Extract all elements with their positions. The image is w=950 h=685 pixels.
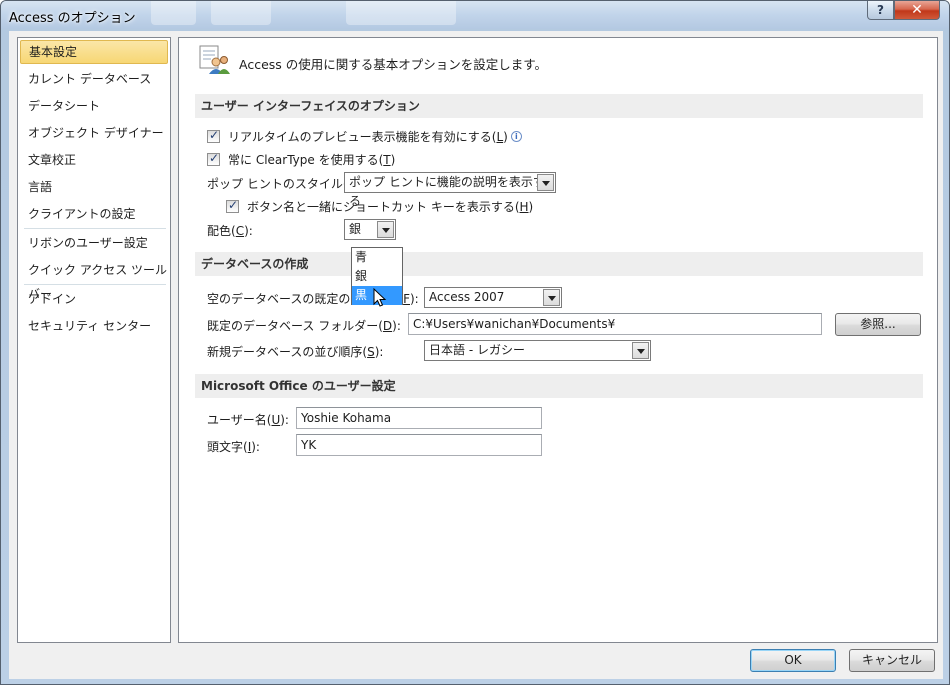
dropdown-option-silver[interactable]: 銀 [352,267,402,286]
initials-label: 頭文字(I): [207,440,260,454]
tooltip-style-label: ポップ ヒントのスタイル(R): [207,177,365,191]
color-scheme-label: 配色(C): [207,224,253,238]
options-people-icon [199,45,230,74]
sidebar-item-datasheet[interactable]: データシート [20,94,168,118]
close-button[interactable]: ✕ [894,1,940,20]
section-office-user: Microsoft Office のユーザー設定 [195,374,923,398]
panel-description: Access の使用に関する基本オプションを設定します。 [239,57,548,72]
live-preview-label: リアルタイムのプレビュー表示機能を有効にする(L) [228,130,508,144]
sidebar-item-trust-center[interactable]: セキュリティ センター [20,314,168,338]
options-dialog: Access のオプション ? ✕ 基本設定 カレント データベース データシー… [0,0,950,685]
cleartype-checkbox[interactable]: 常に ClearType を使用する(T) [207,151,395,168]
sidebar-item-client-settings[interactable]: クライアントの設定 [20,202,168,226]
section-ui-options: ユーザー インターフェイスのオプション [195,94,923,118]
ok-button[interactable]: OK [750,649,836,672]
sidebar-divider [24,228,166,229]
checkbox-box[interactable] [207,151,220,166]
shortcut-keys-checkbox[interactable]: ボタン名と一緒にショートカット キーを表示する(H) [226,198,533,215]
user-name-input[interactable]: Yoshie Kohama [296,407,542,429]
sidebar-item-add-ins[interactable]: アドイン [20,287,168,311]
chevron-down-icon[interactable] [537,174,554,191]
category-sidebar: 基本設定 カレント データベース データシート オブジェクト デザイナー 文章校… [17,37,171,643]
chevron-down-icon[interactable] [377,221,394,238]
options-panel: Access の使用に関する基本オプションを設定します。 ユーザー インターフェ… [178,37,938,643]
section-database-creation: データベースの作成 [195,252,923,276]
default-format-select[interactable]: Access 2007 [424,287,562,308]
title-bar-glass [346,1,456,25]
chevron-down-icon[interactable] [632,342,649,359]
tooltip-style-select[interactable]: ポップ ヒントに機能の説明を表示する [344,172,556,208]
info-icon: i [510,131,522,142]
user-name-label: ユーザー名(U): [207,413,289,427]
live-preview-checkbox[interactable]: リアルタイムのプレビュー表示機能を有効にする(L) i [207,128,522,145]
chevron-down-icon[interactable] [543,289,560,306]
sidebar-item-customize-ribbon[interactable]: リボンのユーザー設定 [20,231,168,255]
sort-order-value: 日本語 - レガシー [429,343,525,357]
sidebar-item-language[interactable]: 言語 [20,175,168,199]
sidebar-item-quick-access-toolbar[interactable]: クイック アクセス ツール バー [20,258,168,301]
help-button[interactable]: ? [867,1,894,20]
dropdown-option-blue[interactable]: 青 [352,248,402,267]
title-bar[interactable]: Access のオプション ? ✕ [1,1,949,29]
sidebar-item-object-designers[interactable]: オブジェクト デザイナー [20,121,168,145]
sort-order-select[interactable]: 日本語 - レガシー [424,340,651,361]
dialog-client: 基本設定 カレント データベース データシート オブジェクト デザイナー 文章校… [9,31,943,679]
color-scheme-value: 銀 [349,222,362,236]
initials-input[interactable]: YK [296,434,542,456]
checkbox-box[interactable] [226,198,239,213]
sort-order-label: 新規データベースの並び順序(S): [207,345,384,359]
sidebar-divider [24,284,166,285]
sidebar-item-current-database[interactable]: カレント データベース [20,67,168,91]
checkbox-box[interactable] [207,128,220,143]
title-bar-glass [151,1,196,25]
default-folder-input[interactable]: C:¥Users¥wanichan¥Documents¥ [408,313,822,335]
shortcut-keys-label: ボタン名と一緒にショートカット キーを表示する(H) [247,200,534,214]
cancel-button[interactable]: キャンセル [849,649,935,672]
default-format-value: Access 2007 [429,290,505,304]
window-title: Access のオプション [9,11,136,26]
title-bar-glass [211,1,271,25]
color-scheme-select[interactable]: 銀 [344,219,396,240]
browse-button[interactable]: 参照... [835,313,921,336]
mouse-pointer-icon [373,288,387,307]
cleartype-label: 常に ClearType を使用する(T) [228,153,396,167]
sidebar-item-general[interactable]: 基本設定 [20,40,168,64]
default-folder-label: 既定のデータベース フォルダー(D): [207,319,401,333]
sidebar-item-proofing[interactable]: 文章校正 [20,148,168,172]
